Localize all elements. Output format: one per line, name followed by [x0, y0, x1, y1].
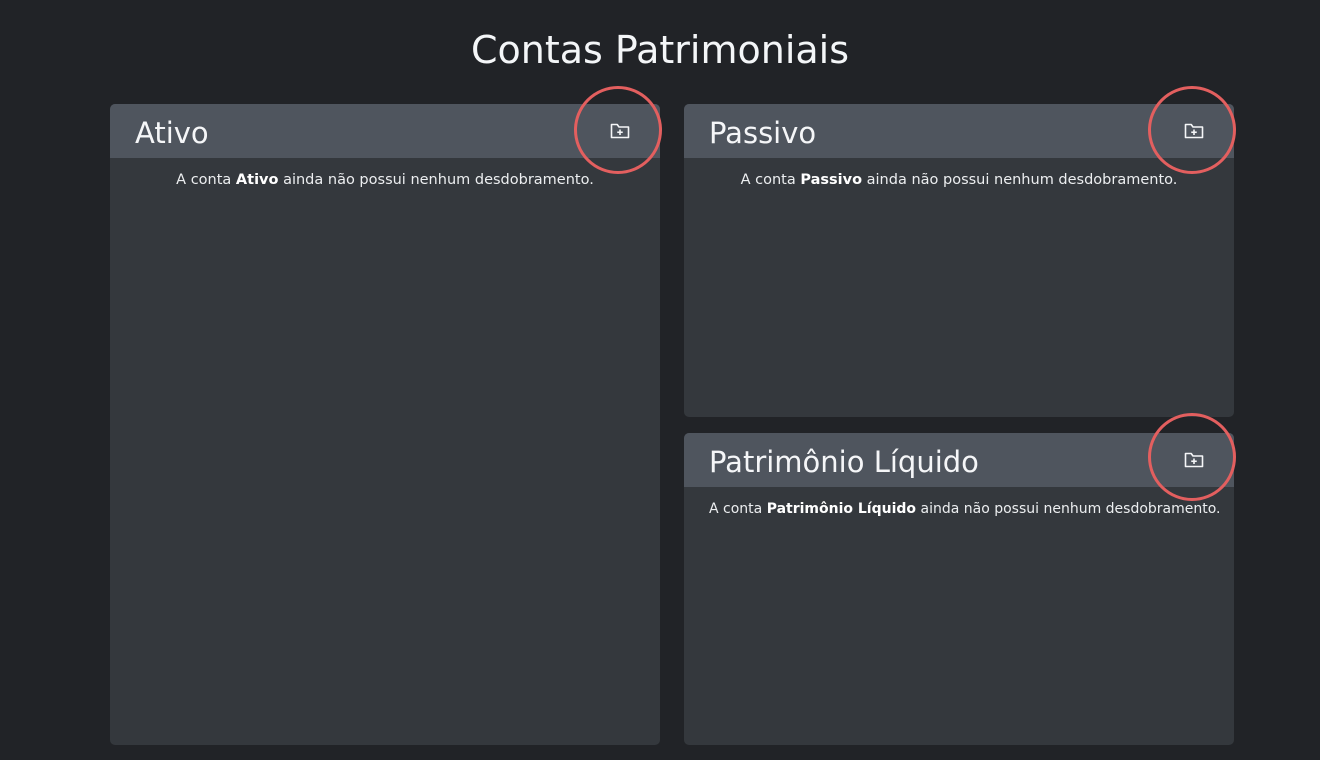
add-subaccount-button[interactable]	[1180, 118, 1208, 144]
card-title: Patrimônio Líquido	[709, 445, 979, 479]
card-title: Passivo	[709, 116, 817, 150]
account-name: Passivo	[800, 172, 863, 188]
empty-message-prefix: A conta	[176, 172, 232, 188]
empty-message-suffix: ainda não possui nenhum desdobramento.	[920, 501, 1221, 517]
add-subaccount-button[interactable]	[1180, 447, 1208, 473]
folder-plus-icon	[610, 123, 630, 139]
empty-message-suffix: ainda não possui nenhum desdobramento.	[283, 172, 594, 188]
folder-plus-icon	[1184, 123, 1204, 139]
card-header: Passivo	[684, 86, 1236, 174]
card-header: Ativo	[110, 86, 662, 174]
card-header: Patrimônio Líquido	[684, 413, 1236, 501]
folder-plus-icon	[1184, 452, 1204, 468]
empty-message: A conta Ativo ainda não possui nenhum de…	[110, 158, 660, 190]
empty-message-suffix: ainda não possui nenhum desdobramento.	[866, 172, 1178, 188]
empty-message-prefix: A conta	[740, 172, 796, 188]
account-name: Ativo	[235, 172, 279, 188]
page-title: Contas Patrimoniais	[470, 28, 850, 72]
card-title: Ativo	[135, 116, 209, 150]
empty-message-prefix: A conta	[709, 501, 763, 517]
card-ativo: Ativo A conta Ativo ainda não possui nen…	[110, 86, 662, 745]
empty-message: A conta Passivo ainda não possui nenhum …	[684, 158, 1234, 190]
card-passivo: Passivo A conta Passivo ainda não possui…	[684, 86, 1236, 417]
add-subaccount-button[interactable]	[606, 118, 634, 144]
card-patrimonio-liquido: Patrimônio Líquido A conta Patrimônio Lí…	[684, 413, 1236, 745]
empty-message: A conta Patrimônio Líquido ainda não pos…	[684, 487, 1234, 519]
account-name: Patrimônio Líquido	[766, 501, 917, 517]
